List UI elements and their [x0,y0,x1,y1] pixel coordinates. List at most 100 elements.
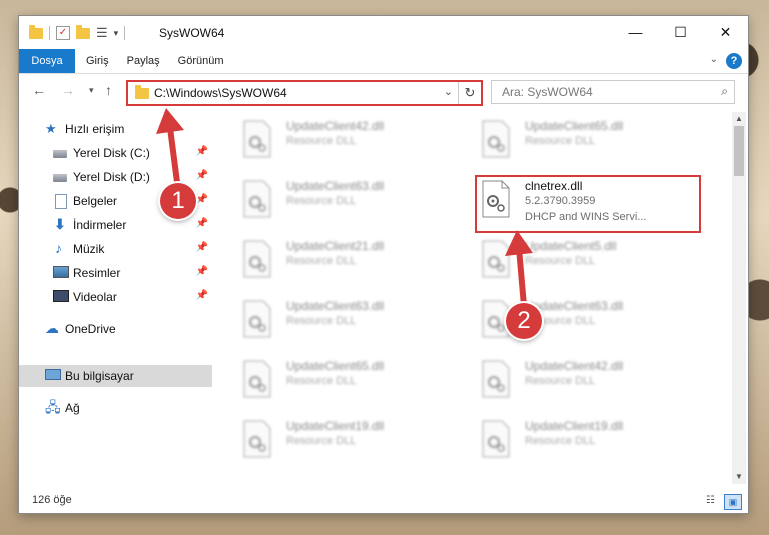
maximize-button[interactable]: ☐ [658,16,703,49]
details-view-icon[interactable]: ☷ [706,495,720,507]
address-path[interactable]: C:\Windows\SysWOW64 [154,86,287,100]
file-item[interactable]: UpdateClient42.dll Resource DLL [461,356,686,404]
file-type: Resource DLL [286,315,357,327]
customize-icon[interactable]: ☰ [96,25,108,41]
file-name: UpdateClient65.dll [525,119,624,133]
nav-label: İndirmeler [73,218,127,232]
nav-item-onedrive[interactable]: ☁ OneDrive [19,318,212,340]
nav-item-quick-access[interactable]: ★ Hızlı erişim [19,118,212,140]
nav-label: OneDrive [65,322,116,336]
search-input[interactable]: Ara: SysWOW64 ⌕ [491,80,735,104]
music-icon: ♪ [55,240,62,256]
window-title: SysWOW64 [159,26,225,40]
file-item[interactable]: UpdateClient19.dll Resource DLL [461,416,686,464]
dll-file-icon [482,120,510,158]
file-item[interactable]: UpdateClient21.dll Resource DLL [222,236,447,284]
pin-icon[interactable]: 📌 [196,170,208,181]
dll-file-icon [482,240,510,278]
dll-file-icon [243,420,271,458]
file-type: Resource DLL [525,435,596,447]
file-item[interactable]: UpdateClient42.dll Resource DLL [222,116,447,164]
folder-icon [29,24,43,39]
navigation-pane: ★ Hızlı erişim Yerel Disk (C:) 📌 Yerel D… [19,112,212,484]
scroll-down-icon[interactable]: ▼ [732,470,746,484]
pin-icon[interactable]: 📌 [196,266,208,277]
expand-ribbon-icon[interactable]: ⌄ [710,54,718,65]
file-name: UpdateClient65.dll [286,359,385,373]
file-type: Resource DLL [525,255,596,267]
pin-icon[interactable]: 📌 [196,242,208,253]
window-controls: — ☐ ✕ [613,16,748,49]
file-name: UpdateClient42.dll [525,359,624,373]
new-folder-icon[interactable] [76,24,90,39]
search-placeholder: Ara: SysWOW64 [502,85,593,99]
tab-home[interactable]: Giriş [77,49,118,73]
file-type: Resource DLL [525,375,596,387]
tab-view[interactable]: Görünüm [169,49,233,73]
nav-item-network[interactable]: 🖧 Ağ [19,397,212,419]
search-icon[interactable]: ⌕ [721,84,728,99]
explorer-window: ✓ ☰ ▾ SysWOW64 — ☐ ✕ Dosya Giriş Paylaş … [19,16,748,513]
forward-arrow-icon[interactable]: → [61,82,75,98]
status-bar: 126 öğe ☷ ▣ [19,490,748,513]
scroll-up-icon[interactable]: ▲ [732,112,746,126]
item-count: 126 öğe [32,494,72,506]
file-item[interactable]: UpdateClient63.dll Resource DLL [461,296,686,344]
file-name: UpdateClient42.dll [286,119,385,133]
vertical-scrollbar[interactable]: ▲ ▼ [732,112,746,484]
star-icon: ★ [45,121,57,136]
file-type: Resource DLL [286,375,357,387]
file-name: UpdateClient63.dll [286,299,385,313]
divider [49,26,50,40]
back-arrow-icon[interactable]: ← [32,82,46,98]
file-item[interactable]: UpdateClient5.dll Resource DLL [461,236,686,284]
nav-item-disk-c[interactable]: Yerel Disk (C:) 📌 [19,142,212,164]
divider [124,26,126,40]
file-item[interactable]: UpdateClient65.dll Resource DLL [222,356,447,404]
nav-label: Videolar [73,290,117,304]
highlight-box-file [475,175,701,233]
address-bar[interactable]: C:\Windows\SysWOW64 ⌄ ↻ [126,80,483,106]
file-name: UpdateClient63.dll [286,179,385,193]
file-item[interactable]: UpdateClient19.dll Resource DLL [222,416,447,464]
file-type: Resource DLL [286,135,357,147]
up-arrow-icon[interactable]: ↑ [105,82,112,98]
dll-file-icon [243,120,271,158]
tab-file[interactable]: Dosya [19,49,75,73]
close-button[interactable]: ✕ [703,16,748,49]
file-item[interactable]: UpdateClient63.dll Resource DLL [222,176,447,224]
nav-item-videos[interactable]: Videolar 📌 [19,286,212,308]
dll-file-icon [482,420,510,458]
videos-icon [53,290,69,302]
quick-access-toolbar: ✓ ☰ ▾ [29,24,126,41]
refresh-icon[interactable]: ↻ [458,82,481,104]
properties-check-icon[interactable]: ✓ [56,26,70,40]
file-name: UpdateClient19.dll [286,419,385,433]
recent-locations-icon[interactable]: ▾ [89,85,94,96]
help-button[interactable]: ? [726,53,742,69]
nav-label: Hızlı erişim [65,122,125,136]
title-bar: ✓ ☰ ▾ SysWOW64 — ☐ ✕ [19,16,748,49]
pin-icon[interactable]: 📌 [196,290,208,301]
nav-item-this-pc[interactable]: Bu bilgisayar [19,365,212,387]
file-item[interactable]: UpdateClient65.dll Resource DLL [461,116,686,164]
pictures-icon [53,266,69,278]
downloads-icon: ⬇ [54,216,66,232]
minimize-button[interactable]: — [613,16,658,49]
pin-icon[interactable]: 📌 [196,194,208,205]
file-name: UpdateClient63.dll [525,299,624,313]
file-name: UpdateClient5.dll [525,239,617,253]
nav-label: Bu bilgisayar [65,369,134,383]
computer-icon [45,369,61,380]
nav-item-pictures[interactable]: Resimler 📌 [19,262,212,284]
chevron-down-icon[interactable]: ⌄ [444,85,453,98]
file-item[interactable]: UpdateClient63.dll Resource DLL [222,296,447,344]
chevron-down-icon[interactable]: ▾ [114,28,119,39]
pin-icon[interactable]: 📌 [196,218,208,229]
nav-item-music[interactable]: ♪ Müzik 📌 [19,238,212,260]
scroll-thumb[interactable] [734,126,744,176]
large-icons-view-icon[interactable]: ▣ [724,494,742,510]
pin-icon[interactable]: 📌 [196,146,208,157]
tab-share[interactable]: Paylaş [118,49,169,73]
file-type: Resource DLL [286,255,357,267]
